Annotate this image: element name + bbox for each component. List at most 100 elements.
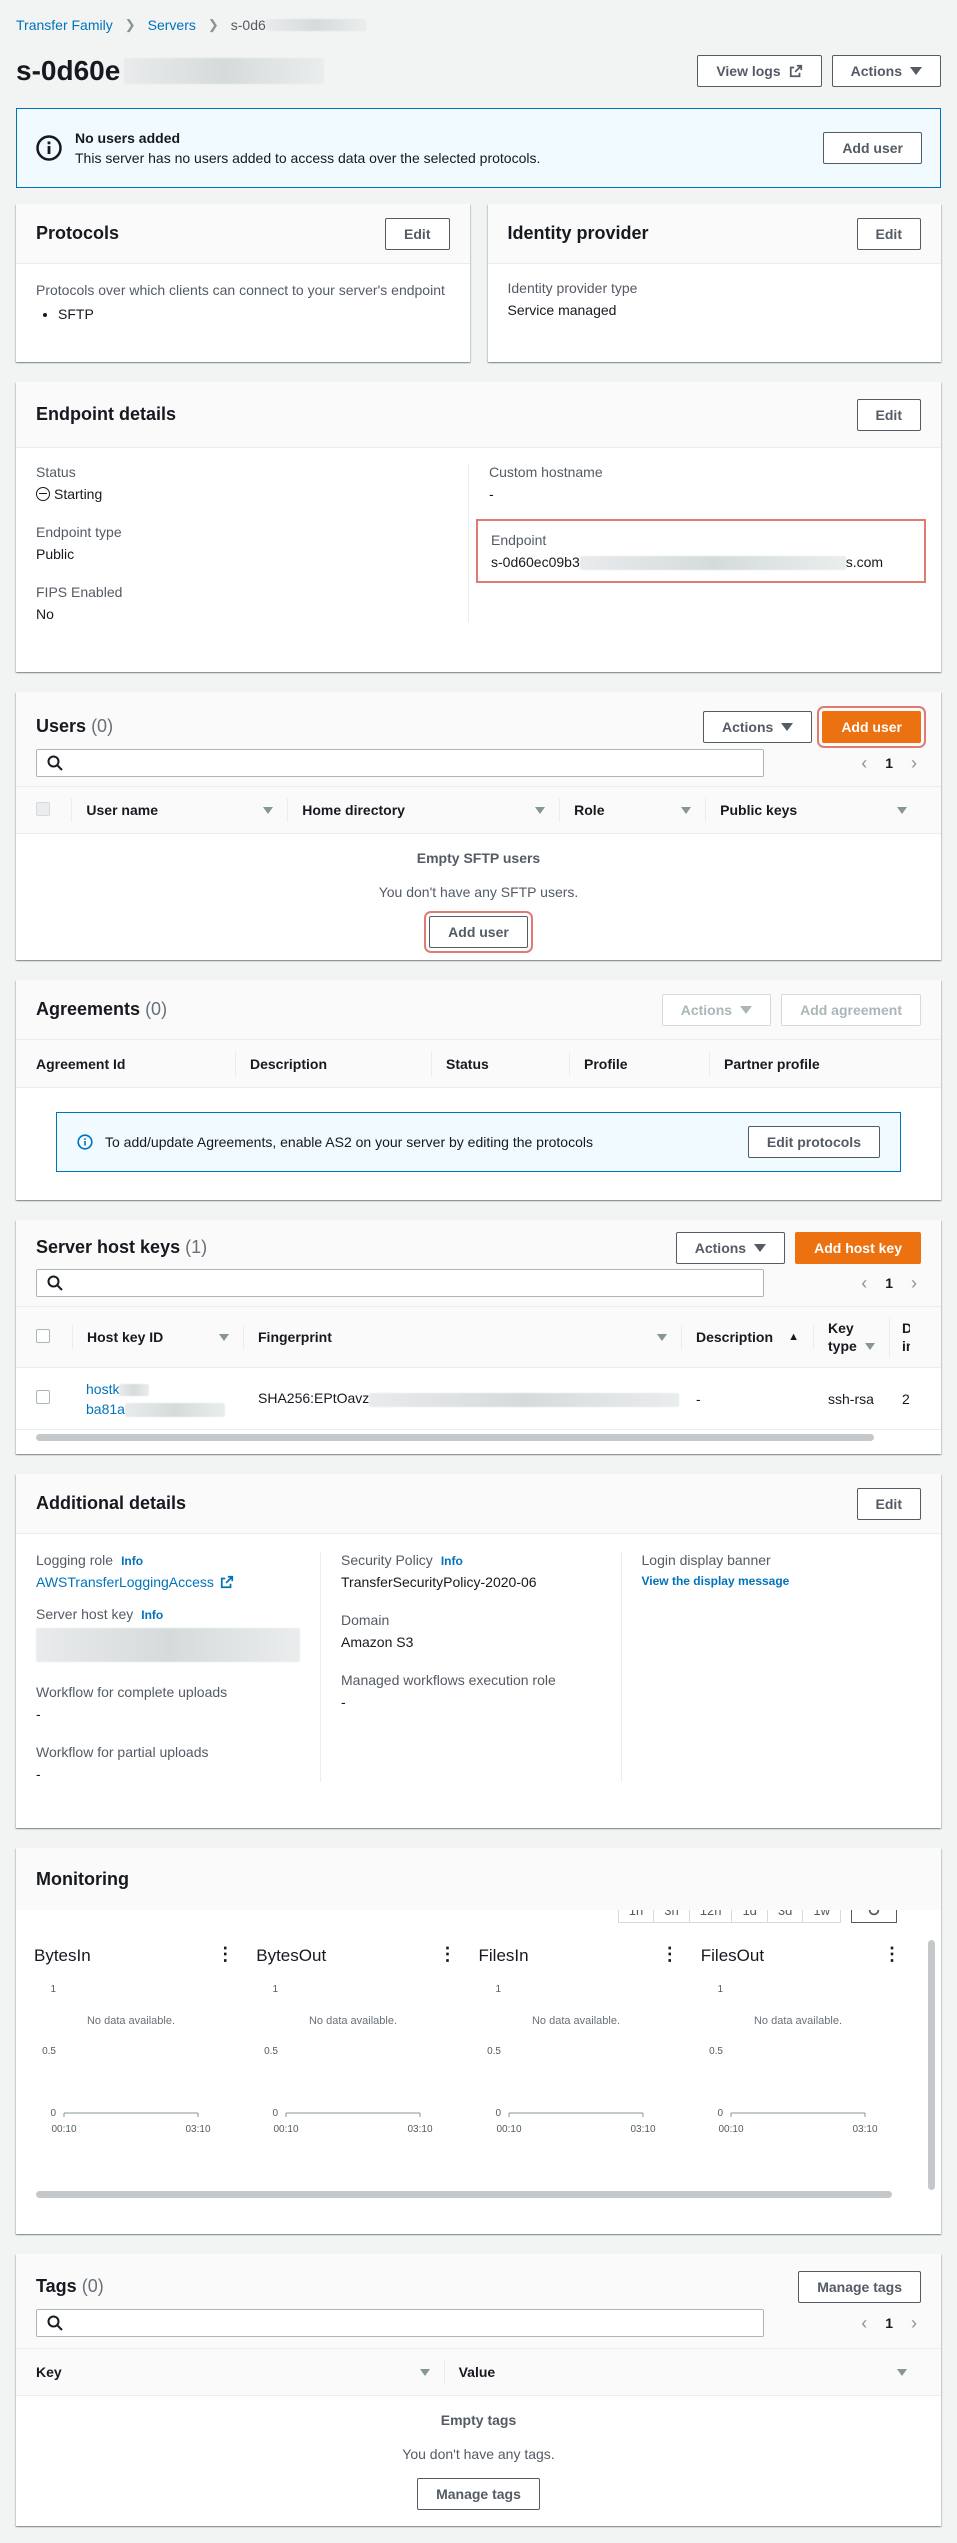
range-1d[interactable]: 1d [732,1910,768,1923]
breadcrumb-transfer-family[interactable]: Transfer Family [16,17,113,33]
logging-role-link[interactable]: AWSTransferLoggingAccess [36,1574,300,1590]
column-partner-profile[interactable]: Partner profile [710,1052,910,1076]
column-key-type[interactable]: Key type [814,1317,890,1357]
hostkeys-search[interactable] [36,1269,764,1297]
hostkeys-actions-button[interactable]: Actions [675,1231,786,1264]
range-12h[interactable]: 12h [689,1910,733,1923]
column-date-imported[interactable]: Daim [890,1317,910,1357]
column-user-name[interactable]: User name [71,798,289,822]
endpoint-value: s-0d60ec09b3 s.com [491,554,884,571]
page-number[interactable]: 1 [885,2315,893,2331]
more-options-icon[interactable]: ⋮ [661,1944,679,1965]
more-options-icon[interactable]: ⋮ [883,1944,901,1965]
column-description[interactable]: Description [236,1051,432,1076]
chevron-left-icon[interactable]: ‹ [861,2313,867,2334]
column-agreement-id[interactable]: Agreement Id [36,1051,236,1076]
select-all-checkbox[interactable] [36,1328,50,1343]
tags-search-input[interactable] [71,2314,753,2332]
more-options-icon[interactable]: ⋮ [216,1944,234,1965]
chevron-left-icon[interactable]: ‹ [861,1273,867,1294]
info-link[interactable]: Info [121,1554,143,1568]
column-home-directory[interactable]: Home directory [288,798,561,822]
monitoring-title: Monitoring [36,1868,129,1889]
more-options-icon[interactable]: ⋮ [439,1944,457,1965]
protocol-item: SFTP [58,306,450,322]
column-key[interactable]: Key [36,2360,445,2384]
description-value: - [696,1390,701,1407]
chevron-right-icon[interactable]: › [911,1273,917,1294]
x-tick: 03:10 [408,2124,433,2135]
key-type-value: ssh-rsa [828,1390,874,1407]
breadcrumb-servers[interactable]: Servers [148,17,196,33]
add-user-button[interactable]: Add user [817,705,926,748]
range-1h[interactable]: 1h [617,1910,655,1923]
table-row[interactable]: hostk ba81a SHA256:EPtOavz - ssh-rsa 20 [16,1368,941,1430]
x-tick: 00:10 [274,2124,299,2135]
refresh-icon [868,1910,880,1916]
server-host-key-label: Server host key Info [36,1606,164,1622]
users-panel: Users (0) Actions Add user ‹ 1 › User na… [16,692,941,960]
y-tick: 0.5 [264,2046,278,2057]
empty-title: Empty tags [440,2412,517,2428]
sort-icon [897,806,907,814]
users-search-input[interactable] [71,754,753,772]
agreements-actions-button[interactable]: Actions [661,993,772,1026]
horizontal-scrollbar[interactable] [16,1430,941,1444]
info-link[interactable]: Info [141,1608,163,1622]
add-host-key-button[interactable]: Add host key [795,1231,921,1264]
page-title: s-0d60e [16,55,325,87]
manage-tags-button[interactable]: Manage tags [798,2270,921,2303]
endpoint-edit-button[interactable]: Edit [856,398,921,431]
empty-add-user-button[interactable]: Add user [424,911,533,953]
chevron-left-icon[interactable]: ‹ [861,753,867,774]
column-role[interactable]: Role [560,798,707,822]
host-key-id[interactable]: hostk ba81a [72,1379,244,1419]
flash-add-user-button[interactable]: Add user [823,132,922,164]
logging-role-label: Logging role Info [36,1552,144,1568]
redacted-text [265,19,366,31]
view-logs-button[interactable]: View logs [697,55,822,87]
column-host-key-id[interactable]: Host key ID [72,1325,244,1349]
caret-down-icon [740,1005,753,1014]
additional-edit-button[interactable]: Edit [856,1487,921,1520]
column-public-keys[interactable]: Public keys [706,798,921,822]
metric-chart-bytesin: BytesIn ⋮ 1 0.5 0 00:10 03:10 No data available… [26,1940,248,2140]
external-link-icon [789,64,802,78]
page-number[interactable]: 1 [885,755,893,771]
range-1w[interactable]: 1w [803,1910,841,1923]
horizontal-scrollbar[interactable] [36,2191,892,2198]
users-search[interactable] [36,749,764,777]
metric-chart-plot: 1 0.5 0 00:10 03:10 No data available. [709,1984,878,2135]
y-tick: 1 [495,1984,501,1995]
protocols-edit-button[interactable]: Edit [385,217,450,250]
hostkeys-search-input[interactable] [71,1274,753,1292]
column-status[interactable]: Status [432,1051,570,1076]
range-3d[interactable]: 3d [767,1910,804,1923]
empty-manage-tags-button[interactable]: Manage tags [417,2478,540,2510]
chevron-right-icon[interactable]: › [911,753,917,774]
column-description[interactable]: Description ▲ [682,1325,814,1349]
column-fingerprint[interactable]: Fingerprint [244,1325,682,1349]
fips-value: No [36,606,54,622]
identity-edit-button[interactable]: Edit [856,217,921,250]
vertical-scrollbar[interactable] [928,1940,935,2190]
add-agreement-button[interactable]: Add agreement [781,993,921,1026]
server-host-keys-title: Server host keys (1) [36,1237,208,1257]
range-3h[interactable]: 3h [654,1910,690,1923]
info-link[interactable]: Info [441,1554,463,1568]
metrics-charts: BytesIn ⋮ 1 0.5 0 00:10 03:10 No data available… [26,1940,915,2140]
tags-search[interactable] [36,2309,764,2337]
column-profile[interactable]: Profile [570,1051,710,1076]
date-value: 20 [902,1390,910,1407]
users-pagination: ‹ 1 › [861,753,917,774]
column-value[interactable]: Value [445,2360,921,2384]
users-actions-button[interactable]: Actions [702,710,813,743]
protocols-panel: Protocols Edit Protocols over which clie… [16,204,470,362]
actions-button[interactable]: Actions [831,55,941,87]
row-checkbox[interactable] [36,1390,50,1404]
edit-protocols-button[interactable]: Edit protocols [747,1126,880,1158]
chevron-right-icon[interactable]: › [911,2313,917,2334]
view-display-message-link[interactable]: View the display message [642,1574,902,1588]
refresh-button[interactable] [851,1910,897,1923]
page-number[interactable]: 1 [885,1275,893,1291]
